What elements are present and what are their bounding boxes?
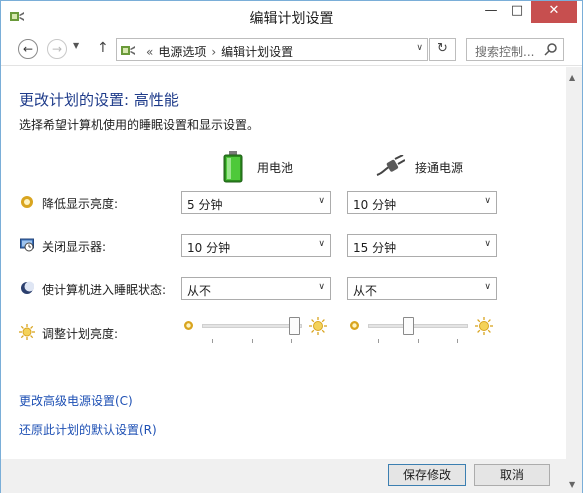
dim-display-plugged-select[interactable]: 10 分钟 ∨	[347, 191, 497, 214]
turn-off-display-plugged-select[interactable]: 15 分钟 ∨	[347, 234, 497, 257]
search-box[interactable]: 搜索控制...	[466, 38, 564, 61]
turn-off-display-battery-select[interactable]: 10 分钟 ∨	[181, 234, 331, 257]
slider-track[interactable]	[202, 324, 302, 328]
slider-thumb[interactable]	[289, 317, 300, 335]
back-button[interactable]: ←	[18, 39, 38, 59]
slider-thumb[interactable]	[403, 317, 414, 335]
row-label-sleep: 使计算机进入睡眠状态:	[42, 283, 167, 297]
page-subtitle: 选择希望计算机使用的睡眠设置和显示设置。	[19, 118, 260, 132]
close-button[interactable]: ✕	[531, 1, 577, 23]
search-icon	[544, 43, 557, 56]
select-value: 15 分钟	[353, 241, 397, 255]
forward-button[interactable]: →	[47, 39, 67, 59]
navigation-bar: ← → ▼ ↑ « 电源选项 › 编辑计划设置 ∨ ↻ 搜索控制...	[1, 32, 582, 66]
window: 编辑计划设置 — □ ✕ ← → ▼ ↑ « 电源选项 › 编辑计划设置 ∨ ↻ 搜索…	[0, 0, 583, 493]
chevron-down-icon[interactable]: ∨	[416, 43, 423, 53]
select-value: 10 分钟	[187, 241, 231, 255]
battery-icon	[223, 151, 243, 183]
select-value: 从不	[353, 284, 378, 298]
slider-tick	[378, 339, 379, 343]
select-value: 10 分钟	[353, 198, 397, 212]
chevron-down-icon: ∨	[318, 196, 325, 206]
sleep-moon-icon	[21, 281, 34, 294]
up-level-button[interactable]: ↑	[97, 40, 109, 56]
row-label-dim-display: 降低显示亮度:	[42, 197, 119, 211]
select-value: 5 分钟	[187, 198, 223, 212]
power-plug-icon	[376, 155, 405, 176]
brightness-plugged-slider[interactable]	[347, 317, 497, 343]
cancel-button[interactable]: 取消	[474, 464, 550, 486]
monitor-off-icon	[20, 238, 34, 252]
restore-defaults-link[interactable]: 还原此计划的默认设置(R)	[19, 421, 157, 438]
sun-bright-icon	[309, 317, 327, 335]
scroll-up-icon[interactable]: ▲	[569, 73, 575, 82]
breadcrumb-edit-plan[interactable]: 编辑计划设置	[221, 45, 293, 59]
chevron-down-icon: ∨	[484, 239, 491, 249]
sleep-plugged-select[interactable]: 从不 ∨	[347, 277, 497, 300]
recent-locations-icon[interactable]: ▼	[73, 41, 79, 50]
slider-track[interactable]	[368, 324, 468, 328]
brightness-dim-icon	[21, 196, 33, 208]
row-label-turn-off-display: 关闭显示器:	[42, 240, 107, 254]
select-value: 从不	[187, 284, 212, 298]
breadcrumb-overflow[interactable]: «	[146, 45, 153, 59]
dim-display-battery-select[interactable]: 5 分钟 ∨	[181, 191, 331, 214]
address-bar[interactable]: « 电源选项 › 编辑计划设置 ∨	[116, 38, 428, 61]
maximize-button[interactable]: □	[504, 1, 530, 23]
save-button[interactable]: 保存修改	[388, 464, 466, 486]
breadcrumb-separator[interactable]: ›	[211, 45, 216, 59]
slider-tick	[457, 339, 458, 343]
search-input[interactable]: 搜索控制...	[475, 43, 534, 60]
page-title: 更改计划的设置: 高性能	[19, 91, 179, 109]
minimize-button[interactable]: —	[478, 1, 504, 23]
breadcrumb-power-options[interactable]: 电源选项	[158, 45, 206, 59]
column-header-plugged: 接通电源	[375, 151, 485, 183]
vertical-scrollbar[interactable]: ▲ ▼	[566, 67, 582, 493]
breadcrumb: « 电源选项 › 编辑计划设置	[141, 43, 293, 60]
sun-dim-icon	[184, 321, 193, 330]
advanced-power-settings-link[interactable]: 更改高级电源设置(C)	[19, 392, 133, 409]
title-bar: 编辑计划设置 — □ ✕	[1, 1, 582, 32]
chevron-down-icon: ∨	[318, 239, 325, 249]
chevron-down-icon: ∨	[318, 282, 325, 292]
column-header-battery: 用电池	[223, 151, 333, 183]
sun-bright-icon	[475, 317, 493, 335]
control-panel-icon	[121, 46, 135, 55]
brightness-battery-slider[interactable]	[181, 317, 331, 343]
column-label-plugged: 接通电源	[415, 161, 464, 175]
footer-bar: 保存修改 取消	[1, 459, 566, 493]
chevron-down-icon: ∨	[484, 282, 491, 292]
column-label-battery: 用电池	[257, 161, 294, 175]
sun-icon	[19, 324, 35, 340]
chevron-down-icon: ∨	[484, 196, 491, 206]
slider-tick	[212, 339, 213, 343]
row-label-brightness: 调整计划亮度:	[42, 327, 119, 341]
main-content: 更改计划的设置: 高性能 选择希望计算机使用的睡眠设置和显示设置。 用电池 接通…	[1, 67, 566, 493]
slider-tick	[291, 339, 292, 343]
slider-tick	[252, 339, 253, 343]
scroll-down-icon[interactable]: ▼	[569, 480, 575, 489]
refresh-button[interactable]: ↻	[429, 38, 456, 61]
sun-dim-icon	[350, 321, 359, 330]
sleep-battery-select[interactable]: 从不 ∨	[181, 277, 331, 300]
slider-tick	[418, 339, 419, 343]
